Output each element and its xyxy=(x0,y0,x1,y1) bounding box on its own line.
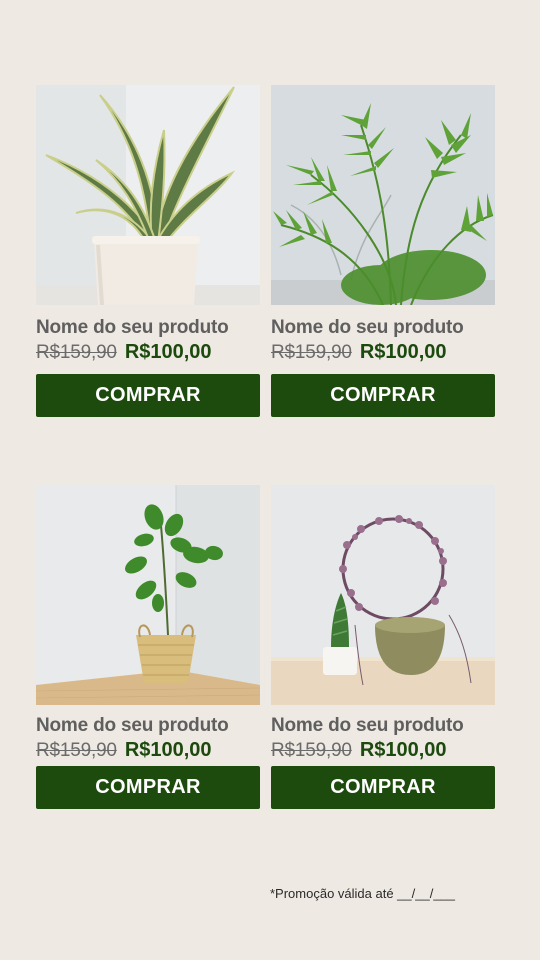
price-row: R$159,90 R$100,00 xyxy=(271,341,495,364)
old-price: R$159,90 xyxy=(271,342,352,363)
fiddle-leaf-fig-photo[interactable] xyxy=(36,485,260,705)
string-of-hearts-photo[interactable] xyxy=(271,485,495,705)
buy-button[interactable]: COMPRAR xyxy=(271,374,495,417)
product-card: Nome do seu produto R$159,90 R$100,00 COM… xyxy=(271,485,495,809)
buy-button[interactable]: COMPRAR xyxy=(36,374,260,417)
sale-price: R$100,00 xyxy=(359,739,447,761)
promo-note: *Promoção válida até __/__/___ xyxy=(270,886,456,901)
sale-price: R$100,00 xyxy=(359,341,447,363)
product-card: Nome do seu produto R$159,90 R$100,00 COM… xyxy=(36,485,260,809)
buy-button[interactable]: COMPRAR xyxy=(271,766,495,809)
old-price: R$159,90 xyxy=(36,740,117,761)
product-name: Nome do seu produto xyxy=(271,715,464,736)
product-card: Nome do seu produto R$159,90 R$100,00 COM… xyxy=(36,85,260,417)
buy-button[interactable]: COMPRAR xyxy=(36,766,260,809)
product-name: Nome do seu produto xyxy=(271,317,464,338)
palm-plant-photo[interactable] xyxy=(271,85,495,305)
sale-price: R$100,00 xyxy=(124,739,212,761)
snake-plant-photo[interactable] xyxy=(36,85,260,305)
price-row: R$159,90 R$100,00 xyxy=(36,739,260,762)
old-price: R$159,90 xyxy=(36,342,117,363)
product-card: Nome do seu produto R$159,90 R$100,00 COM… xyxy=(271,85,495,417)
price-row: R$159,90 R$100,00 xyxy=(36,341,260,364)
price-row: R$159,90 R$100,00 xyxy=(271,739,495,762)
product-name: Nome do seu produto xyxy=(36,715,229,736)
sale-price: R$100,00 xyxy=(124,341,212,363)
old-price: R$159,90 xyxy=(271,740,352,761)
product-name: Nome do seu produto xyxy=(36,317,229,338)
